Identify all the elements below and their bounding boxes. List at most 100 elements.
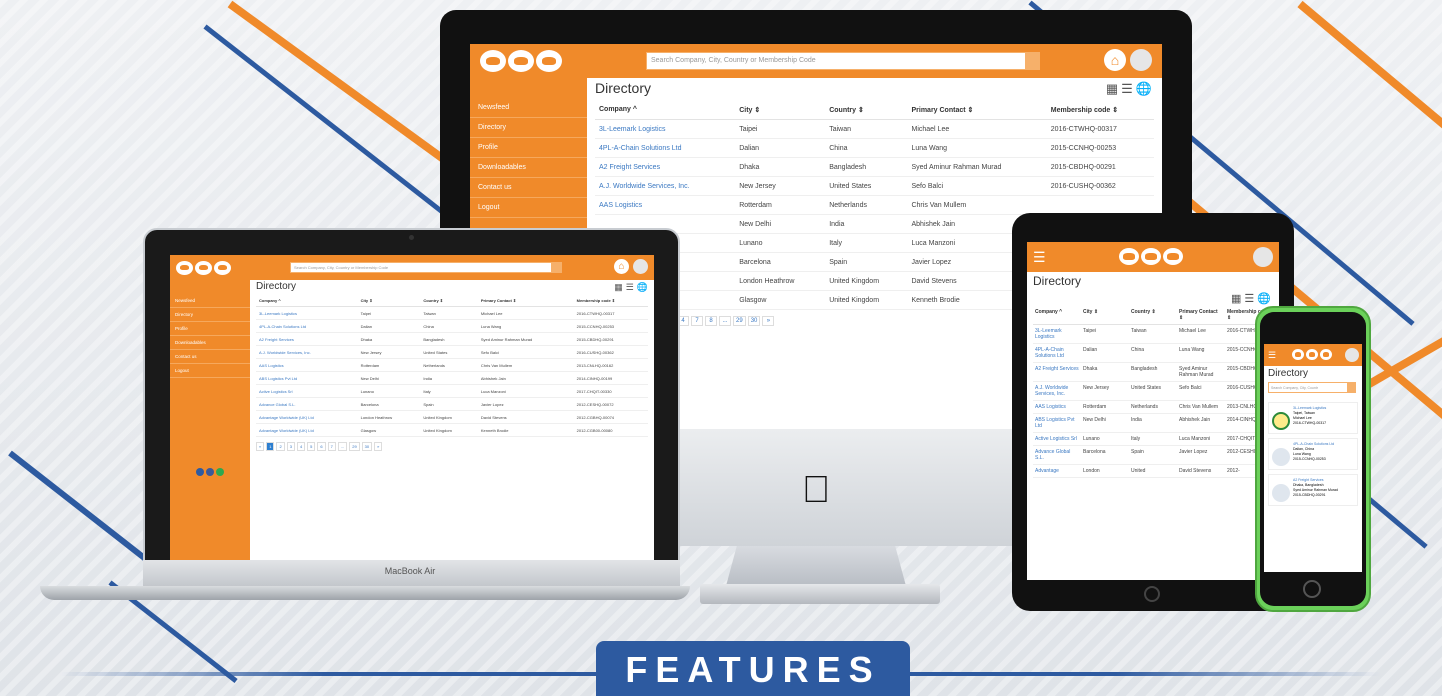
grid-view-icon[interactable]: ▦ (1231, 292, 1241, 305)
page-button[interactable]: 29 (349, 442, 360, 451)
menu-icon[interactable]: ☰ (1268, 350, 1276, 361)
page-button[interactable]: 5 (307, 442, 316, 451)
search-input[interactable]: Search Company, City, Countr (1268, 382, 1348, 393)
company-link[interactable]: A.J. Worldwide Services, Inc. (256, 345, 358, 359)
page-button[interactable]: 4 (296, 442, 306, 451)
grid-view-icon[interactable]: ▦ (1106, 81, 1118, 97)
page-button[interactable]: ... (337, 442, 348, 451)
search-button[interactable] (552, 262, 562, 273)
page-button[interactable]: 2 (276, 442, 285, 451)
company-link[interactable]: Advantage (1033, 464, 1081, 478)
social-icon[interactable] (216, 468, 224, 476)
company-card[interactable]: A2 Freight Services Dhaka, Bangladesh Syed… (1268, 474, 1358, 506)
company-link[interactable]: A2 Freight Services (1033, 362, 1081, 382)
sidebar-item-logout[interactable]: Logout (170, 364, 250, 378)
company-link[interactable]: 3L-Leemark Logistics (595, 119, 736, 139)
column-header[interactable]: City ⇕ (357, 294, 421, 307)
page-button[interactable]: 8 (705, 316, 717, 326)
column-header[interactable]: City ⇕ (1081, 306, 1129, 325)
page-button[interactable]: « (256, 442, 265, 451)
list-view-icon[interactable]: ☰ (1244, 292, 1254, 305)
column-header[interactable]: Country ⇕ (1129, 306, 1177, 325)
column-header[interactable]: Primary Contact ⇕ (477, 294, 574, 307)
page-button[interactable]: 29 (733, 316, 746, 326)
column-header[interactable]: Country ⇕ (420, 294, 478, 307)
column-header[interactable]: Membership code ⇕ (573, 294, 648, 307)
column-header[interactable]: Primary Contact ⇕ (907, 100, 1047, 120)
company-card[interactable]: 3L-Leemark Logistics Taipei, Taiwan Michae… (1268, 402, 1358, 434)
page-button[interactable]: 3 (286, 442, 295, 451)
list-view-icon[interactable]: ☰ (1121, 81, 1133, 97)
social-icon[interactable] (196, 468, 204, 476)
page-button[interactable]: 30 (361, 442, 373, 451)
sidebar-item-profile[interactable]: Profile (170, 322, 250, 336)
sidebar-item-logout[interactable]: Logout (470, 198, 587, 218)
globe-icon[interactable]: 🌐 (637, 282, 648, 293)
sidebar-item-contact[interactable]: Contact us (470, 178, 587, 198)
page-button[interactable]: » (762, 316, 775, 326)
column-header[interactable]: Primary Contact ⇕ (1177, 306, 1225, 325)
search-input[interactable]: Search Company, City, Country or Members… (646, 52, 1026, 70)
page-button[interactable]: 7 (691, 316, 703, 326)
globe-icon[interactable]: 🌐 (1257, 292, 1271, 305)
company-link[interactable]: Advantage Worldwide (UK) Ltd (256, 410, 358, 424)
list-view-icon[interactable]: ☰ (626, 282, 634, 293)
column-header[interactable]: Country ⇕ (825, 100, 908, 120)
page-button[interactable]: 30 (747, 316, 761, 326)
column-header[interactable]: Membership code ⇕ (1046, 100, 1154, 120)
avatar[interactable] (1253, 247, 1273, 267)
avatar[interactable] (1345, 348, 1359, 362)
company-link[interactable]: Active Logistics Srl (1033, 432, 1081, 446)
company-link[interactable]: A.J. Worldwide Services, Inc. (595, 176, 736, 196)
company-link[interactable]: 3L-Leemark Logistics (256, 306, 358, 320)
company-link[interactable]: 4PL-A-Chain Solutions Ltd (1033, 343, 1081, 363)
page-button[interactable]: 6 (317, 442, 326, 451)
search-button[interactable] (1348, 382, 1356, 393)
globe-icon[interactable]: 🌐 (1136, 81, 1152, 97)
company-link[interactable]: 3L-Leemark Logistics (1033, 324, 1081, 344)
company-link[interactable]: Advantage Worldwide (UK) Ltd (256, 423, 358, 437)
menu-icon[interactable]: ☰ (1033, 249, 1046, 266)
company-link[interactable]: AAS Logistics (595, 195, 736, 215)
company-link[interactable]: A.J. Worldwide Services, Inc. (1033, 381, 1081, 401)
grid-view-icon[interactable]: ▦ (614, 282, 623, 293)
table-cell: Sefo Balci (907, 176, 1047, 196)
sidebar-item-downloadables[interactable]: Downloadables (170, 336, 250, 350)
company-link[interactable]: Advance Global S.L. (1033, 445, 1081, 465)
sidebar-item-contact[interactable]: Contact us (170, 350, 250, 364)
table-cell: Javier Lopez (477, 397, 574, 411)
company-link[interactable]: AAS Logistics (1033, 400, 1081, 414)
company-link[interactable]: A2 Freight Services (256, 332, 358, 346)
column-header[interactable]: Company ^ (256, 294, 358, 307)
facebook-icon[interactable] (206, 468, 214, 476)
sidebar-item-downloadables[interactable]: Downloadables (470, 158, 587, 178)
company-link[interactable]: Advance Global S.L. (256, 397, 358, 411)
page-button[interactable]: 7 (327, 442, 336, 451)
column-header[interactable]: City ⇕ (735, 100, 826, 120)
company-link[interactable]: 4PL-A-Chain Solutions Ltd (256, 319, 358, 333)
column-header[interactable]: Company ^ (1033, 306, 1081, 325)
company-link[interactable]: AAS Logistics (256, 358, 358, 372)
sidebar-item-directory[interactable]: Directory (170, 308, 250, 322)
company-link[interactable]: ABS Logistics Pvt Ltd (256, 371, 358, 385)
page-button[interactable]: ... (719, 316, 731, 326)
column-header[interactable]: Company ^ (595, 100, 736, 120)
company-link[interactable]: ABS Logistics Pvt Ltd (1033, 413, 1081, 433)
sidebar-item-newsfeed[interactable]: Newsfeed (170, 294, 250, 308)
avatar[interactable] (1130, 49, 1152, 71)
sidebar-item-directory[interactable]: Directory (470, 118, 587, 138)
table-row: AAS Logistics Rotterdam Netherlands Chris V… (256, 358, 648, 372)
search-input[interactable]: Search Company, City, Country or Members… (290, 262, 552, 273)
search-button[interactable] (1026, 52, 1040, 70)
avatar[interactable] (633, 259, 648, 274)
company-link[interactable]: A2 Freight Services (595, 157, 736, 177)
page-button[interactable]: 1 (266, 442, 275, 451)
company-link[interactable]: Active Logistics Srl (256, 384, 358, 398)
sidebar-item-profile[interactable]: Profile (470, 138, 587, 158)
page-button[interactable]: » (374, 442, 383, 451)
company-card[interactable]: 4PL-A-Chain Solutions Ltd Dalian, China Lu… (1268, 438, 1358, 470)
company-link[interactable]: 4PL-A-Chain Solutions Ltd (595, 138, 736, 158)
sidebar-item-newsfeed[interactable]: Newsfeed (470, 98, 587, 118)
home-icon[interactable]: ⌂ (614, 259, 629, 274)
home-icon[interactable]: ⌂ (1104, 49, 1126, 71)
